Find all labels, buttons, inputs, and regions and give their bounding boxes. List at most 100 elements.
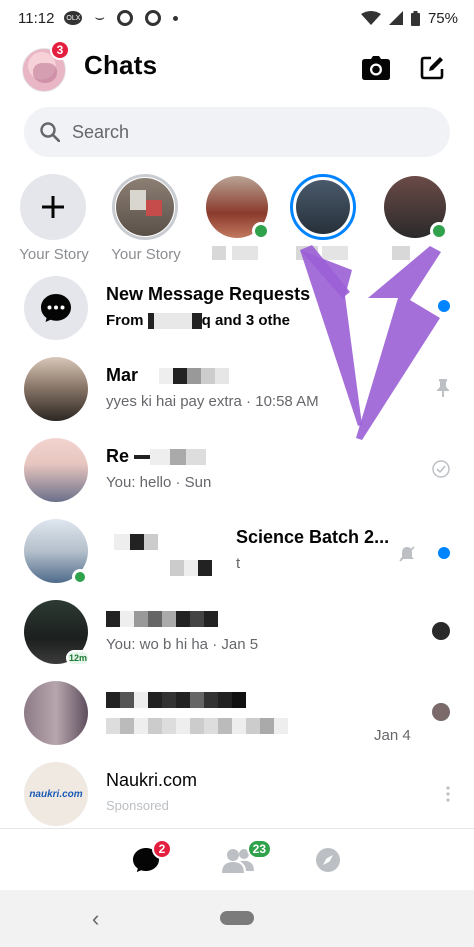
sponsor-logo-text: naukri.com (29, 788, 83, 800)
redacted (173, 368, 188, 385)
contact-avatar (24, 357, 88, 421)
redacted (184, 559, 198, 576)
stories-row: Your Story Your Story (0, 170, 474, 263)
redacted (134, 718, 148, 735)
story-label: Your Story (111, 246, 181, 263)
redacted-group-image (114, 533, 158, 551)
chat-subtitle: From q and 3 othe (106, 312, 291, 330)
aperture-icon (116, 10, 133, 26)
search-input[interactable] (72, 121, 412, 143)
redacted (191, 313, 202, 330)
nav-people[interactable]: 23 (218, 839, 272, 877)
chat-subtitle-end: q and 3 othe (201, 312, 291, 329)
redacted (218, 718, 232, 735)
seen-avatar (432, 622, 450, 640)
chat-name (106, 608, 218, 629)
chat-row[interactable]: Mar yyes ki hai pay extra · 10:58 AM (0, 349, 474, 429)
redacted (274, 718, 288, 735)
pin-icon (436, 379, 450, 402)
redacted (170, 559, 184, 576)
redacted-label (232, 246, 258, 260)
story-add[interactable]: Your Story (19, 174, 89, 263)
chat-subtitle (106, 717, 288, 735)
story-friend-2[interactable] (290, 174, 358, 260)
chat-name: Re (106, 446, 207, 467)
online-indicator (430, 222, 448, 240)
profile-notification-badge: 3 (50, 40, 70, 60)
story-ring-active (290, 174, 356, 240)
redacted (134, 692, 148, 709)
redacted (190, 692, 204, 709)
camera-button[interactable] (356, 48, 396, 88)
chat-row-message-requests[interactable]: New Message Requests From q and 3 othe (0, 268, 474, 348)
chat-name: Mar (106, 365, 230, 386)
story-thumbnail (116, 178, 174, 236)
more-notifications-icon (172, 15, 178, 21)
camera-icon (362, 56, 390, 80)
redacted (134, 611, 148, 628)
chat-row-group[interactable]: Science Batch 2... t (0, 511, 474, 591)
redacted (176, 692, 190, 709)
redacted (106, 718, 120, 735)
redacted (162, 718, 176, 735)
page-title: Chats (84, 50, 158, 80)
compass-icon (316, 848, 340, 872)
redacted (190, 611, 204, 628)
search-bar[interactable] (24, 107, 450, 157)
chat-row[interactable]: 12m You: wo b hi ha · Jan 5 (0, 592, 474, 672)
redacted (260, 718, 274, 735)
chat-row-sponsored[interactable]: naukri.com Naukri.com Sponsored (0, 754, 474, 834)
aperture-icon-2 (144, 10, 161, 26)
redacted (204, 718, 218, 735)
chat-name: New Message Requests (106, 284, 311, 304)
wifi-icon (360, 11, 381, 25)
compose-button[interactable] (412, 48, 452, 88)
muted-icon (398, 545, 416, 568)
back-chevron-icon[interactable]: ‹ (92, 906, 99, 932)
system-navigation-bar: ‹ (0, 890, 474, 947)
story-friend-1[interactable] (204, 174, 272, 260)
sponsored-label: Sponsored (106, 798, 169, 813)
redacted (204, 692, 218, 709)
chat-subtitle-start: From (106, 312, 148, 329)
online-indicator (252, 222, 270, 240)
redacted (170, 449, 187, 466)
plus-icon (42, 196, 64, 218)
redacted (162, 611, 176, 628)
add-story-button[interactable] (20, 174, 86, 240)
chat-time: Jan 4 (374, 727, 411, 744)
unread-dot (438, 547, 450, 559)
redacted (176, 611, 190, 628)
chat-subtitle: You: wo b hi ha · Jan 5 (106, 636, 259, 653)
chat-row[interactable]: Re You: hello · Sun (0, 430, 474, 510)
redacted (186, 449, 207, 466)
nav-chats[interactable]: 2 (126, 839, 172, 877)
chat-row[interactable]: Jan 4 (0, 673, 474, 753)
story-ring (112, 174, 178, 240)
redacted (215, 368, 230, 385)
redacted-label (392, 246, 410, 260)
chat-name: Science Batch 2... (236, 527, 390, 547)
story-friend-3[interactable] (382, 174, 450, 260)
mustache-icon: ⌣ (94, 9, 105, 26)
message-requests-avatar (24, 276, 88, 340)
redacted (232, 692, 246, 709)
seen-avatar (432, 703, 450, 721)
redacted (246, 718, 260, 735)
story-ring (382, 174, 448, 240)
redacted (120, 611, 134, 628)
contact-avatar (24, 438, 88, 502)
nav-discover[interactable] (308, 843, 348, 877)
status-time: 11:12 (18, 9, 55, 27)
chat-subtitle: t (236, 555, 241, 572)
redacted (148, 611, 162, 628)
home-pill-button[interactable] (220, 911, 254, 925)
active-time-badge: 12m (66, 650, 90, 666)
more-options-icon[interactable] (446, 786, 450, 807)
redacted (144, 533, 158, 550)
redacted-group-image-2 (170, 559, 212, 577)
redacted (218, 692, 232, 709)
chat-name-text: Re (106, 446, 130, 466)
seen-check-icon (432, 460, 450, 483)
story-own[interactable]: Your Story (111, 174, 181, 263)
